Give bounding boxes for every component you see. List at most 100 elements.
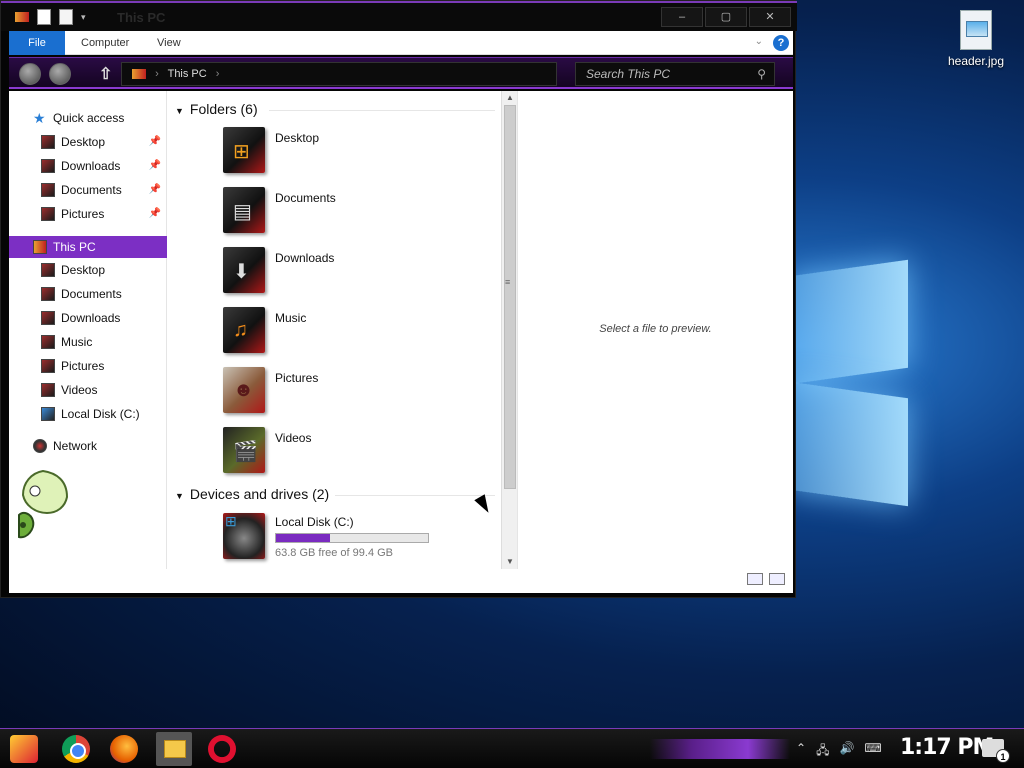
file-explorer-taskbar-icon[interactable] — [156, 732, 192, 766]
explorer-app-icon — [15, 12, 29, 22]
expand-ribbon-icon[interactable]: ⌄ — [755, 36, 763, 47]
nav-network[interactable]: Network — [9, 435, 167, 457]
back-button[interactable] — [19, 63, 41, 85]
nav-this-pc[interactable]: This PC — [9, 236, 167, 258]
tab-computer[interactable]: Computer — [67, 31, 143, 55]
videos-icon — [41, 383, 55, 397]
music-icon — [41, 335, 55, 349]
nav-pc-documents[interactable]: Documents — [9, 283, 167, 305]
downloads-icon — [41, 311, 55, 325]
taskbar-clock[interactable]: 1:17 PM — [900, 735, 994, 760]
help-icon[interactable]: ? — [773, 35, 789, 51]
nav-pc-local-disk[interactable]: Local Disk (C:) — [9, 403, 167, 425]
folder-item-pictures[interactable]: ☻ Pictures — [223, 367, 483, 419]
drive-icon — [41, 407, 55, 421]
collapse-arrow-icon: ▼ — [175, 491, 184, 501]
drive-usage-bar — [275, 533, 429, 543]
search-icon: ⚲ — [757, 67, 766, 81]
pictures-icon — [41, 359, 55, 373]
properties-icon[interactable] — [37, 9, 51, 25]
new-folder-icon[interactable] — [59, 9, 73, 25]
drive-free-space: 63.8 GB free of 99.4 GB — [275, 547, 394, 559]
search-input[interactable]: Search This PC ⚲ — [575, 62, 775, 86]
navigation-bar: ⇧ › This PC › Search This PC ⚲ — [9, 57, 793, 89]
drive-item-local-disk[interactable]: ⊞ Local Disk (C:) 63.8 GB free of 99.4 G… — [223, 513, 483, 565]
desktop-icon — [41, 135, 55, 149]
folders-group-header[interactable]: ▼ Folders (6) — [175, 101, 258, 117]
pin-icon: 📌 — [148, 136, 161, 147]
notification-count-badge: 1 — [996, 749, 1010, 763]
nav-quick-documents[interactable]: Documents 📌 — [9, 179, 167, 201]
address-path: This PC — [167, 68, 207, 80]
action-center-icon[interactable]: 1 — [982, 739, 1010, 763]
cartoon-character-decoration — [18, 469, 69, 539]
this-pc-icon — [132, 69, 146, 80]
drive-usage-fill — [276, 534, 331, 542]
folder-item-desktop[interactable]: ⊞ Desktop — [223, 127, 483, 179]
system-tray: ⌃ 🖧 🔊 ⌨ — [796, 741, 882, 762]
nav-quick-pictures[interactable]: Pictures 📌 — [9, 203, 167, 225]
nav-quick-access[interactable]: ★ Quick access — [9, 107, 167, 129]
customize-toolbar-icon[interactable]: ▾ — [81, 12, 86, 23]
up-arrow-icon[interactable]: ⇧ — [99, 64, 112, 84]
window-title: This PC — [117, 10, 166, 25]
folder-item-documents[interactable]: ▤ Documents — [223, 187, 483, 239]
pictures-folder-icon: ☻ — [223, 367, 265, 413]
documents-icon — [41, 287, 55, 301]
keyboard-icon[interactable]: ⌨ — [864, 741, 881, 762]
forward-button[interactable] — [49, 63, 71, 85]
address-bar[interactable]: › This PC › — [121, 62, 557, 86]
search-placeholder: Search This PC — [586, 67, 671, 81]
opera-icon[interactable] — [208, 735, 236, 763]
image-file-icon — [960, 10, 992, 50]
scroll-down-icon[interactable]: ▼ — [502, 555, 518, 569]
desktop-file-label: header.jpg — [947, 54, 1005, 68]
documents-folder-icon: ▤ — [223, 187, 265, 233]
file-list: ▼ Folders (6) ⊞ Desktop ▤ Documents ⬇ Dow… — [169, 91, 501, 569]
group-divider — [269, 110, 495, 111]
show-hidden-icons-icon[interactable]: ⌃ — [796, 741, 806, 762]
pin-icon: 📌 — [148, 208, 161, 219]
preview-pane: Select a file to preview. — [517, 91, 793, 569]
pin-icon: 📌 — [148, 184, 161, 195]
firefox-icon[interactable] — [110, 735, 138, 763]
nav-pc-videos[interactable]: Videos — [9, 379, 167, 401]
vertical-scrollbar[interactable]: ▲ ≡ ▼ — [501, 91, 517, 569]
volume-icon[interactable]: 🔊 — [839, 741, 854, 762]
scroll-up-icon[interactable]: ▲ — [502, 91, 518, 105]
title-bar[interactable]: ▾ This PC – ▢ ✕ — [1, 1, 797, 31]
music-folder-icon: ♫ — [223, 307, 265, 353]
nav-quick-downloads[interactable]: Downloads 📌 — [9, 155, 167, 177]
nav-pc-desktop[interactable]: Desktop — [9, 259, 167, 281]
desktop-file-header[interactable]: header.jpg — [944, 8, 1008, 68]
nav-quick-desktop[interactable]: Desktop 📌 — [9, 131, 167, 153]
scroll-thumb[interactable] — [504, 105, 516, 489]
quick-access-toolbar: ▾ — [15, 9, 86, 25]
explorer-window: ▾ This PC – ▢ ✕ File Computer View ⌄ ? ⇧… — [0, 0, 797, 598]
taskbar: ⌃ 🖧 🔊 ⌨ 1:17 PM 1 — [0, 728, 1024, 768]
start-button[interactable] — [10, 735, 38, 763]
taskbar-decoration — [650, 739, 790, 759]
close-button[interactable]: ✕ — [749, 7, 791, 27]
this-pc-icon — [33, 240, 47, 254]
desktop-icon — [41, 263, 55, 277]
tab-file[interactable]: File — [9, 31, 65, 55]
folder-item-videos[interactable]: 🎬 Videos — [223, 427, 483, 479]
nav-pc-music[interactable]: Music — [9, 331, 167, 353]
documents-icon — [41, 183, 55, 197]
large-icons-view-icon[interactable] — [769, 573, 785, 585]
network-tray-icon[interactable]: 🖧 — [816, 741, 829, 762]
folder-item-downloads[interactable]: ⬇ Downloads — [223, 247, 483, 299]
details-view-icon[interactable] — [747, 573, 763, 585]
nav-pc-downloads[interactable]: Downloads — [9, 307, 167, 329]
tab-view[interactable]: View — [143, 31, 195, 55]
folder-item-music[interactable]: ♫ Music — [223, 307, 483, 359]
nav-pc-pictures[interactable]: Pictures — [9, 355, 167, 377]
videos-folder-icon: 🎬 — [223, 427, 265, 473]
ribbon-tabs: File Computer View ⌄ ? — [9, 31, 793, 55]
drives-group-header[interactable]: ▼ Devices and drives (2) — [175, 486, 329, 502]
hard-drive-icon: ⊞ — [223, 513, 265, 559]
maximize-button[interactable]: ▢ — [705, 7, 747, 27]
chrome-icon[interactable] — [62, 735, 90, 763]
minimize-button[interactable]: – — [661, 7, 703, 27]
